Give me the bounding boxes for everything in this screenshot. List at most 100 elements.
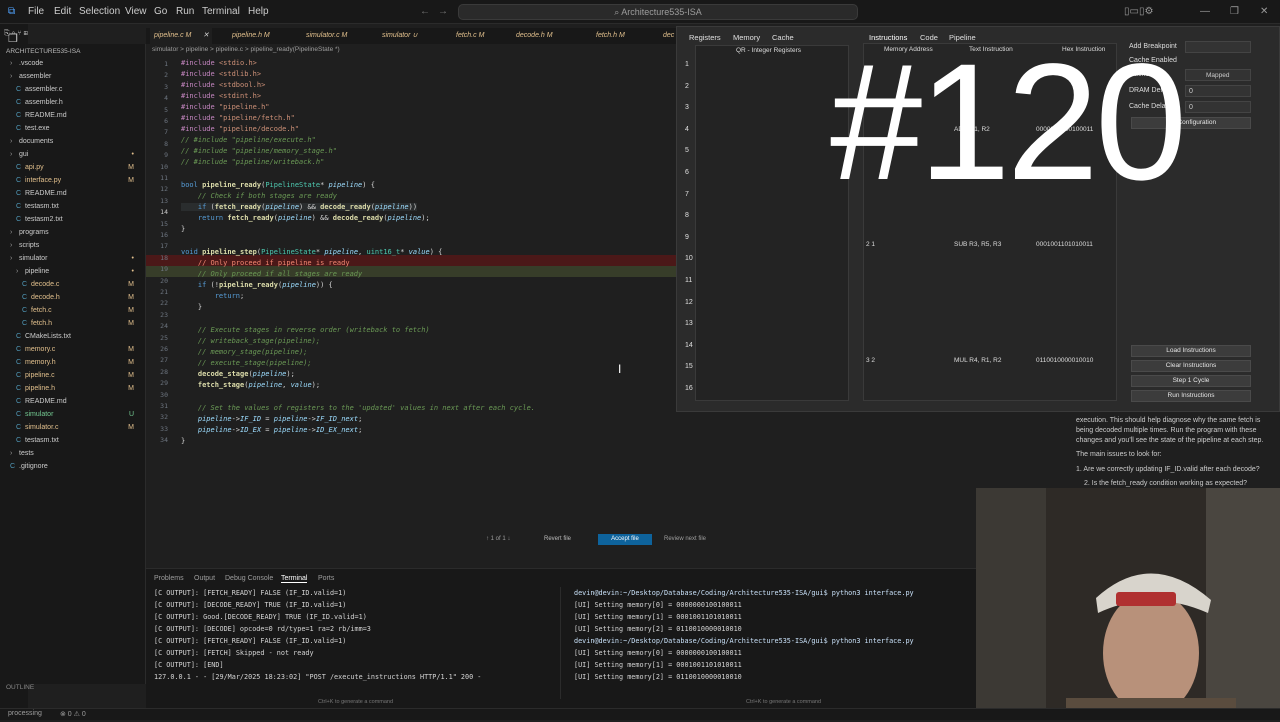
terminal-split-divider[interactable] bbox=[560, 587, 561, 699]
menu-view[interactable]: View bbox=[125, 6, 147, 17]
app-logo-icon: ⧉ bbox=[8, 6, 16, 17]
tree-item[interactable]: Cmemory.h M bbox=[0, 357, 146, 369]
tree-item[interactable]: Cpipeline.h M bbox=[0, 383, 146, 395]
tab-debug-console[interactable]: Debug Console bbox=[225, 575, 273, 582]
instr-hex[interactable]: 0001001101010011 bbox=[1036, 241, 1093, 248]
tree-item[interactable]: C README.md bbox=[0, 110, 146, 122]
tree-item[interactable]: Cassembler.c bbox=[0, 84, 146, 96]
diff-counter[interactable]: ↑ 1 of 1 ↓ bbox=[486, 536, 510, 542]
instr-addr[interactable]: 2 1 bbox=[866, 241, 875, 248]
instr-text[interactable]: MUL R4, R1, R2 bbox=[954, 357, 1001, 364]
run-instructions-button[interactable]: Run Instructions bbox=[1131, 390, 1251, 402]
workspace-header[interactable]: ARCHITECTURE535-ISA bbox=[6, 46, 152, 58]
tab-ports[interactable]: Ports bbox=[318, 575, 334, 582]
tree-item[interactable]: Ctestasm.txt bbox=[0, 435, 146, 447]
menu-help[interactable]: Help bbox=[248, 6, 269, 17]
instr-text[interactable]: SUB R3, R5, R3 bbox=[954, 241, 1001, 248]
minimize-icon[interactable]: — bbox=[1200, 6, 1210, 17]
maximize-icon[interactable]: ❐ bbox=[1230, 6, 1239, 17]
tab-close-icon[interactable]: ✕ bbox=[203, 28, 209, 44]
revert-file-button[interactable]: Revert file bbox=[544, 536, 571, 542]
load-instructions-button[interactable]: Load Instructions bbox=[1131, 345, 1251, 357]
back-arrow-icon[interactable]: ← bbox=[420, 6, 430, 17]
menu-edit[interactable]: Edit bbox=[54, 6, 71, 17]
tree-item[interactable]: C CMakeLists.txt bbox=[0, 331, 146, 343]
breakpoint-input[interactable] bbox=[1185, 41, 1251, 53]
tree-item[interactable]: Ctestasm2.txt bbox=[0, 214, 146, 226]
accept-file-button[interactable]: Accept file bbox=[598, 534, 652, 545]
tree-item-label: memory.c bbox=[25, 346, 56, 353]
outline-section[interactable]: OUTLINE bbox=[6, 682, 152, 694]
tree-item[interactable]: › .vscode bbox=[0, 58, 146, 70]
step-cycle-button[interactable]: Step 1 Cycle bbox=[1131, 375, 1251, 387]
tree-item[interactable]: Cassembler.h bbox=[0, 97, 146, 109]
clear-instructions-button[interactable]: Clear Instructions bbox=[1131, 360, 1251, 372]
processing-indicator[interactable]: processing bbox=[8, 710, 42, 717]
instr-addr[interactable]: 3 2 bbox=[866, 357, 875, 364]
tree-item[interactable]: Cfetch.h M bbox=[0, 318, 146, 330]
tree-item[interactable]: Cinterface.py M bbox=[0, 175, 146, 187]
tree-item[interactable]: C .gitignore bbox=[0, 461, 146, 473]
tab-pipeline-h[interactable]: pipeline.h M bbox=[232, 28, 270, 44]
bottom-panel: Problems Output Debug Console Terminal P… bbox=[146, 568, 976, 708]
tab-terminal[interactable]: Terminal bbox=[281, 575, 308, 583]
tree-item[interactable]: › pipeline • bbox=[0, 266, 146, 278]
tree-item[interactable]: › gui • bbox=[0, 149, 146, 161]
review-next-file-button[interactable]: Review next file bbox=[664, 536, 706, 542]
tree-item[interactable]: › documents bbox=[0, 136, 146, 148]
menu-selection[interactable]: Selection bbox=[79, 6, 120, 17]
chevron-icon: › bbox=[10, 242, 13, 249]
git-status-badge: • bbox=[131, 255, 134, 262]
tree-item[interactable]: Cdecode.h M bbox=[0, 292, 146, 304]
tree-item[interactable]: Cfetch.c M bbox=[0, 305, 146, 317]
command-search-input[interactable]: ⌕ Architecture535-ISA bbox=[458, 4, 858, 20]
menu-run[interactable]: Run bbox=[176, 6, 194, 17]
tree-item[interactable]: Csimulator.c M bbox=[0, 422, 146, 434]
menu-go[interactable]: Go bbox=[154, 6, 167, 17]
line-number: 33 bbox=[160, 424, 168, 433]
explorer-toolbar-icons[interactable]: ⎘ ⌕ ⑂ ⊞ bbox=[4, 30, 28, 38]
tree-item[interactable]: Cpipeline.c M bbox=[0, 370, 146, 382]
tree-item[interactable]: C README.md bbox=[0, 396, 146, 408]
git-status-badge: M bbox=[128, 294, 134, 301]
tree-item[interactable]: › simulator • bbox=[0, 253, 146, 265]
tree-item[interactable]: C README.md bbox=[0, 188, 146, 200]
chevron-icon: › bbox=[10, 138, 13, 145]
tab-cache[interactable]: Cache bbox=[772, 33, 794, 42]
tab-output[interactable]: Output bbox=[194, 575, 215, 582]
line-number: 7 bbox=[164, 128, 168, 137]
instr-hex[interactable]: 0110010000010010 bbox=[1036, 357, 1093, 364]
dram-delay-input[interactable]: 0 bbox=[1185, 85, 1251, 97]
problems-count[interactable]: ⊗ 0 ⚠ 0 bbox=[60, 710, 86, 718]
tab-memory[interactable]: Memory bbox=[733, 33, 760, 42]
layout-toggle-icon[interactable]: ▯▭▯⚙ bbox=[1124, 6, 1153, 17]
tab-registers[interactable]: Registers bbox=[689, 33, 721, 42]
tree-item[interactable]: Ctestasm.txt bbox=[0, 201, 146, 213]
tab-decode-h[interactable]: decode.h M bbox=[516, 28, 553, 44]
tree-item[interactable]: Cdecode.c M bbox=[0, 279, 146, 291]
menu-file[interactable]: File bbox=[28, 6, 44, 17]
code-editor[interactable]: simulator > pipeline > pipeline.c > pipe… bbox=[146, 44, 706, 564]
tab-problems[interactable]: Problems bbox=[154, 575, 184, 582]
cache-delay-input[interactable]: 0 bbox=[1185, 101, 1251, 113]
tree-item[interactable]: › assembler bbox=[0, 71, 146, 83]
tab-fetch-c[interactable]: fetch.c M bbox=[456, 28, 484, 44]
menu-terminal[interactable]: Terminal bbox=[202, 6, 240, 17]
tab-fetch-h[interactable]: fetch.h M bbox=[596, 28, 625, 44]
tree-item[interactable]: Cmemory.c M bbox=[0, 344, 146, 356]
tree-item[interactable]: › scripts bbox=[0, 240, 146, 252]
close-window-icon[interactable]: ✕ bbox=[1260, 6, 1268, 17]
tree-item[interactable]: Ctest.exe bbox=[0, 123, 146, 135]
chat-list-item: 2. Is the fetch_ready condition working … bbox=[1084, 480, 1248, 487]
tab-simulator-c[interactable]: simulator.c M bbox=[306, 28, 347, 44]
tree-item[interactable]: › tests bbox=[0, 448, 146, 460]
cache-type-select[interactable]: Mapped bbox=[1185, 69, 1251, 81]
line-number: 16 bbox=[160, 231, 168, 239]
tree-item[interactable]: Capi.py M bbox=[0, 162, 146, 174]
forward-arrow-icon[interactable]: → bbox=[438, 6, 448, 17]
tab-simulator[interactable]: simulator ∪ bbox=[382, 28, 417, 44]
breadcrumb[interactable]: simulator > pipeline > pipeline.c > pipe… bbox=[152, 46, 340, 53]
tree-item[interactable]: Csimulator U bbox=[0, 409, 146, 421]
tab-decode-c[interactable]: dec bbox=[663, 28, 674, 44]
tree-item[interactable]: › programs bbox=[0, 227, 146, 239]
